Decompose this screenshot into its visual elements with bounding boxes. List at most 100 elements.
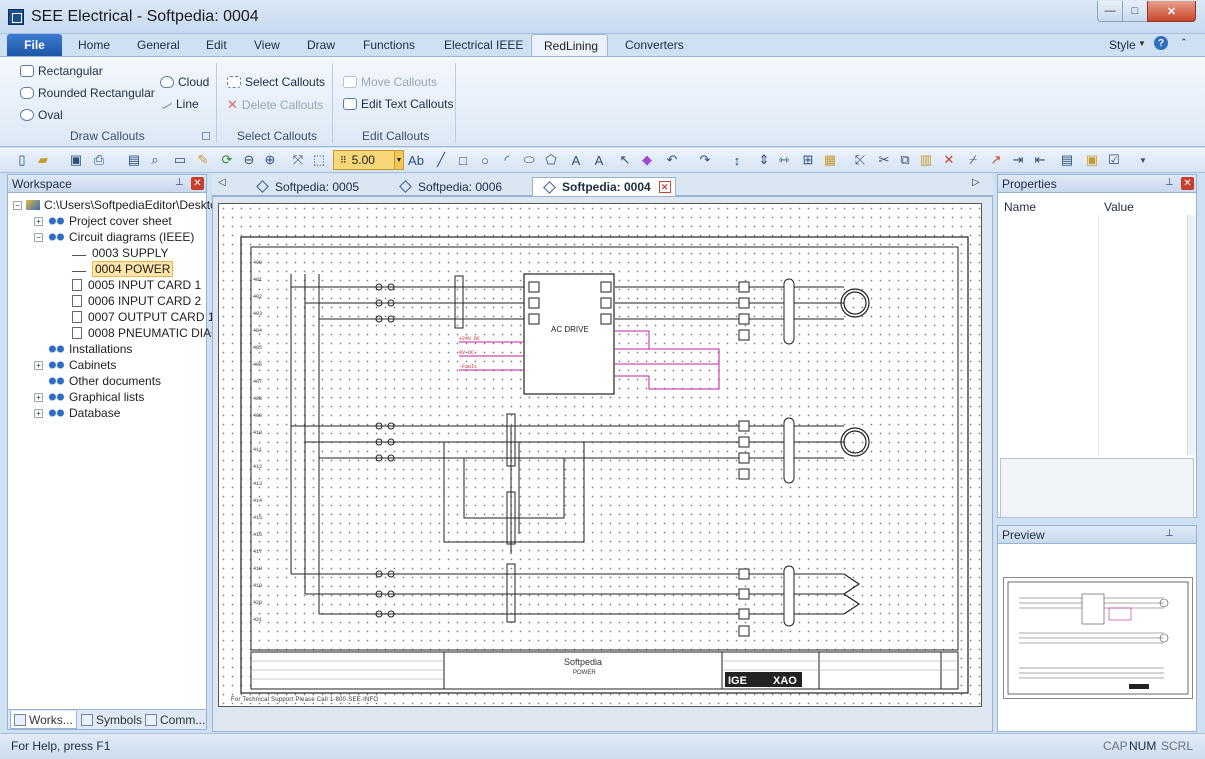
rotated-text-icon[interactable]: A [591, 152, 607, 168]
zoom-extents-icon[interactable]: ⤧ [290, 152, 306, 168]
tree-item-0008[interactable]: 0008 PNEUMATIC DIAG [72, 325, 220, 341]
checklist-icon[interactable]: ☑ [1106, 152, 1122, 168]
rectangular-callout-button[interactable]: Rectangular [20, 64, 103, 78]
expand-icon[interactable]: + [34, 408, 43, 418]
tree-item-0005[interactable]: 0005 INPUT CARD 1 [72, 277, 201, 293]
draw-arc-icon[interactable]: ◜ [499, 152, 515, 168]
vertical-measure-icon[interactable]: ↕ [729, 152, 745, 168]
extend-icon[interactable]: ⇤ [1032, 152, 1048, 168]
print-preview-icon[interactable]: ▤ [126, 152, 142, 168]
pin-icon[interactable]: ⊥ [175, 177, 187, 189]
tab-functions[interactable]: Functions [363, 38, 415, 52]
tab-draw[interactable]: Draw [307, 38, 335, 52]
text-style-icon[interactable]: Ab [408, 152, 424, 168]
database-icon[interactable]: ▣ [1084, 152, 1100, 168]
style-menu[interactable]: Style [1109, 38, 1136, 52]
tree-item-installations[interactable]: Installations [47, 341, 132, 357]
draw-polygon-icon[interactable]: ⬠ [543, 152, 559, 168]
expand-icon[interactable]: + [34, 216, 43, 226]
zoom-level-select[interactable]: ⠿ 5.00 [333, 150, 403, 170]
distribute-icon[interactable]: ⇿ [776, 152, 792, 168]
maximize-button[interactable]: □ [1122, 1, 1148, 22]
tree-item-cabinets[interactable]: + Cabinets [34, 357, 116, 373]
drawing-canvas[interactable]: 400 401 402 403 404 405 406 407 408 409 410 411 412 4… [212, 196, 993, 732]
wire-icon[interactable]: ⤪ [852, 152, 868, 168]
print-icon[interactable]: ⎙ [91, 152, 107, 168]
draw-ellipse-icon[interactable]: ⬭ [521, 152, 537, 168]
close-tab-icon[interactable]: ✕ [658, 181, 671, 193]
break-icon[interactable]: ⌿ [965, 152, 981, 168]
expand-icon[interactable]: + [34, 392, 43, 402]
cut-icon[interactable]: ✂ [876, 152, 892, 168]
draw-rectangle-icon[interactable]: □ [455, 152, 471, 168]
tree-root[interactable]: − C:\Users\SoftpediaEditor\Desktc [13, 197, 216, 213]
app-icon[interactable] [8, 9, 24, 25]
value-column-header[interactable]: Value [1104, 200, 1134, 214]
expand-icon[interactable]: + [34, 360, 43, 370]
properties-scrollbar[interactable] [1187, 215, 1196, 455]
tab-general[interactable]: General [137, 38, 180, 52]
save-icon[interactable]: ▣ [68, 152, 84, 168]
schematic-sheet[interactable]: 400 401 402 403 404 405 406 407 408 409 410 411 412 4… [218, 203, 982, 707]
zoom-window-icon[interactable]: ⬚ [311, 152, 327, 168]
doc-tab-0006[interactable]: Softpedia: 0006 [389, 177, 531, 196]
name-column-header[interactable]: Name [1004, 200, 1036, 214]
table-icon[interactable]: ▤ [1059, 152, 1075, 168]
copy-icon[interactable]: ⧉ [897, 152, 913, 168]
tree-item-0003[interactable]: 0003 SUPPLY [72, 245, 169, 261]
tab-converters[interactable]: Converters [625, 38, 684, 52]
tab-electrical-ieee[interactable]: Electrical IEEE [444, 38, 523, 52]
tree-item-0007[interactable]: 0007 OUTPUT CARD 1 [72, 309, 215, 325]
chevron-down-icon[interactable]: ▼ [394, 150, 404, 170]
tree-item-database[interactable]: + Database [34, 405, 120, 421]
find-icon[interactable]: ⌕ [147, 152, 163, 168]
tree-item-0004[interactable]: 0004 POWER [72, 261, 174, 277]
tab-view[interactable]: View [254, 38, 280, 52]
close-pane-icon[interactable]: ✕ [1181, 177, 1194, 190]
scroll-right-icon[interactable]: ▷ [972, 177, 980, 188]
tab-workspace[interactable]: Works... [10, 711, 77, 729]
eraser-icon[interactable]: ◆ [639, 152, 655, 168]
help-icon[interactable]: ? [1154, 36, 1168, 50]
tree-item-project-cover-sheet[interactable]: + Project cover sheet [34, 213, 172, 229]
trim-icon[interactable]: ⇥ [1010, 152, 1026, 168]
doc-tab-0005[interactable]: Softpedia: 0005 [246, 177, 388, 196]
zoom-out-icon[interactable]: ⊖ [241, 152, 257, 168]
oval-callout-button[interactable]: Oval [20, 108, 63, 122]
paste-icon[interactable]: ▥ [918, 152, 934, 168]
sheet-thumbnail[interactable] [1003, 577, 1193, 699]
select-arrow-icon[interactable]: ↖ [617, 152, 633, 168]
notes-icon[interactable]: ▦ [822, 152, 838, 168]
tab-commands[interactable]: Comm... [142, 711, 208, 729]
minimize-button[interactable]: — [1097, 1, 1123, 22]
ribbon-collapse-icon[interactable]: ⌃ [1180, 37, 1188, 48]
doc-tab-0004[interactable]: Softpedia: 0004 ✕ [532, 177, 676, 196]
collapse-icon[interactable]: − [13, 200, 22, 210]
close-pane-icon[interactable]: ✕ [191, 177, 204, 190]
comment-icon[interactable]: ▭ [172, 152, 188, 168]
file-tab[interactable]: File [7, 34, 62, 56]
text-icon[interactable]: A [568, 152, 584, 168]
zoom-in-icon[interactable]: ⊕ [262, 152, 278, 168]
refresh-icon[interactable]: ⟳ [219, 152, 235, 168]
properties-icon[interactable]: ⊞ [800, 152, 816, 168]
collapse-icon[interactable]: − [34, 232, 43, 242]
close-button[interactable]: ✕ [1147, 1, 1196, 22]
dialog-launcher-icon[interactable] [202, 132, 210, 140]
draw-line-icon[interactable]: ╱ [433, 152, 449, 168]
undo-icon[interactable]: ↶ [664, 152, 680, 168]
draw-circle-icon[interactable]: ○ [477, 152, 493, 168]
redo-icon[interactable]: ↷ [697, 152, 713, 168]
tab-redlining[interactable]: RedLining [531, 34, 608, 58]
tab-home[interactable]: Home [78, 38, 110, 52]
new-file-icon[interactable]: ▯ [14, 152, 30, 168]
delete-icon[interactable]: ✕ [941, 152, 957, 168]
move-callouts-button[interactable]: Move Callouts [343, 75, 437, 89]
tree-item-0006[interactable]: 0006 INPUT CARD 2 [72, 293, 201, 309]
tree-item-graphical-lists[interactable]: + Graphical lists [34, 389, 144, 405]
tree-item-other-documents[interactable]: Other documents [47, 373, 161, 389]
delete-callouts-button[interactable]: ✕ Delete Callouts [227, 97, 323, 113]
cloud-callout-button[interactable]: Cloud [160, 75, 209, 89]
open-folder-icon[interactable]: ▰ [35, 152, 51, 168]
scroll-left-icon[interactable]: ◁ [218, 177, 226, 188]
